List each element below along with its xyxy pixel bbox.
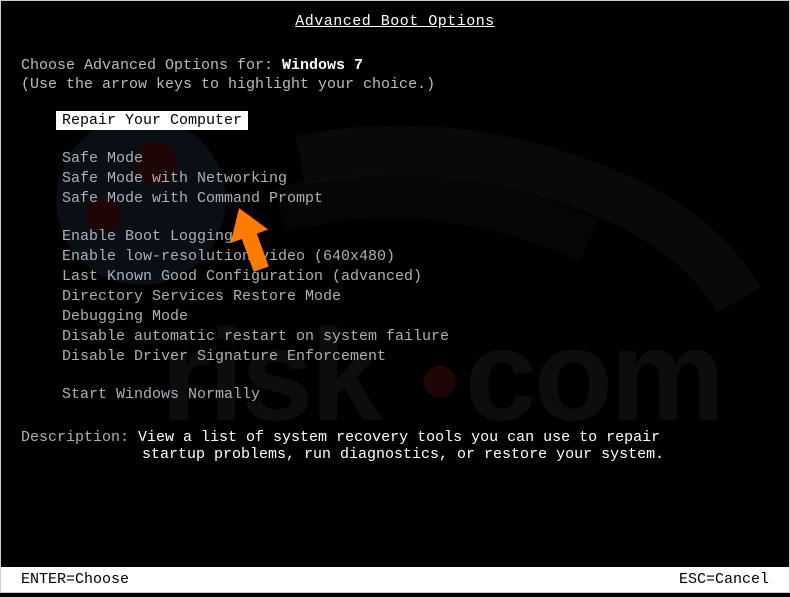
- hint-text: (Use the arrow keys to highlight your ch…: [21, 76, 769, 93]
- boot-menu: Repair Your Computer Safe Mode Safe Mode…: [21, 111, 769, 404]
- description-text-line2: startup problems, run diagnostics, or re…: [21, 446, 769, 463]
- menu-item-safe-mode-networking[interactable]: Safe Mode with Networking: [56, 169, 769, 188]
- description-label: Description:: [21, 429, 138, 446]
- menu-item-directory-services[interactable]: Directory Services Restore Mode: [56, 287, 769, 306]
- menu-item-disable-driver-signature[interactable]: Disable Driver Signature Enforcement: [56, 347, 769, 366]
- menu-item-safe-mode-command-prompt[interactable]: Safe Mode with Command Prompt: [56, 189, 769, 208]
- menu-item-safe-mode[interactable]: Safe Mode: [56, 149, 769, 168]
- os-name: Windows 7: [282, 57, 363, 74]
- menu-item-start-normally[interactable]: Start Windows Normally: [56, 385, 769, 404]
- instruction-text: Choose Advanced Options for: Windows 7: [21, 57, 769, 74]
- footer-bar: ENTER=Choose ESC=Cancel: [1, 567, 789, 592]
- description-block: Description: View a list of system recov…: [21, 429, 769, 463]
- description-text-line1: View a list of system recovery tools you…: [138, 429, 660, 446]
- footer-enter: ENTER=Choose: [21, 571, 129, 588]
- footer-esc: ESC=Cancel: [679, 571, 769, 588]
- menu-item-low-resolution[interactable]: Enable low-resolution video (640x480): [56, 247, 769, 266]
- menu-item-disable-auto-restart[interactable]: Disable automatic restart on system fail…: [56, 327, 769, 346]
- menu-item-repair-computer[interactable]: Repair Your Computer: [56, 111, 248, 130]
- menu-item-last-known-good[interactable]: Last Known Good Configuration (advanced): [56, 267, 769, 286]
- page-title: Advanced Boot Options: [21, 11, 769, 32]
- menu-item-debugging-mode[interactable]: Debugging Mode: [56, 307, 769, 326]
- menu-item-boot-logging[interactable]: Enable Boot Logging: [56, 227, 769, 246]
